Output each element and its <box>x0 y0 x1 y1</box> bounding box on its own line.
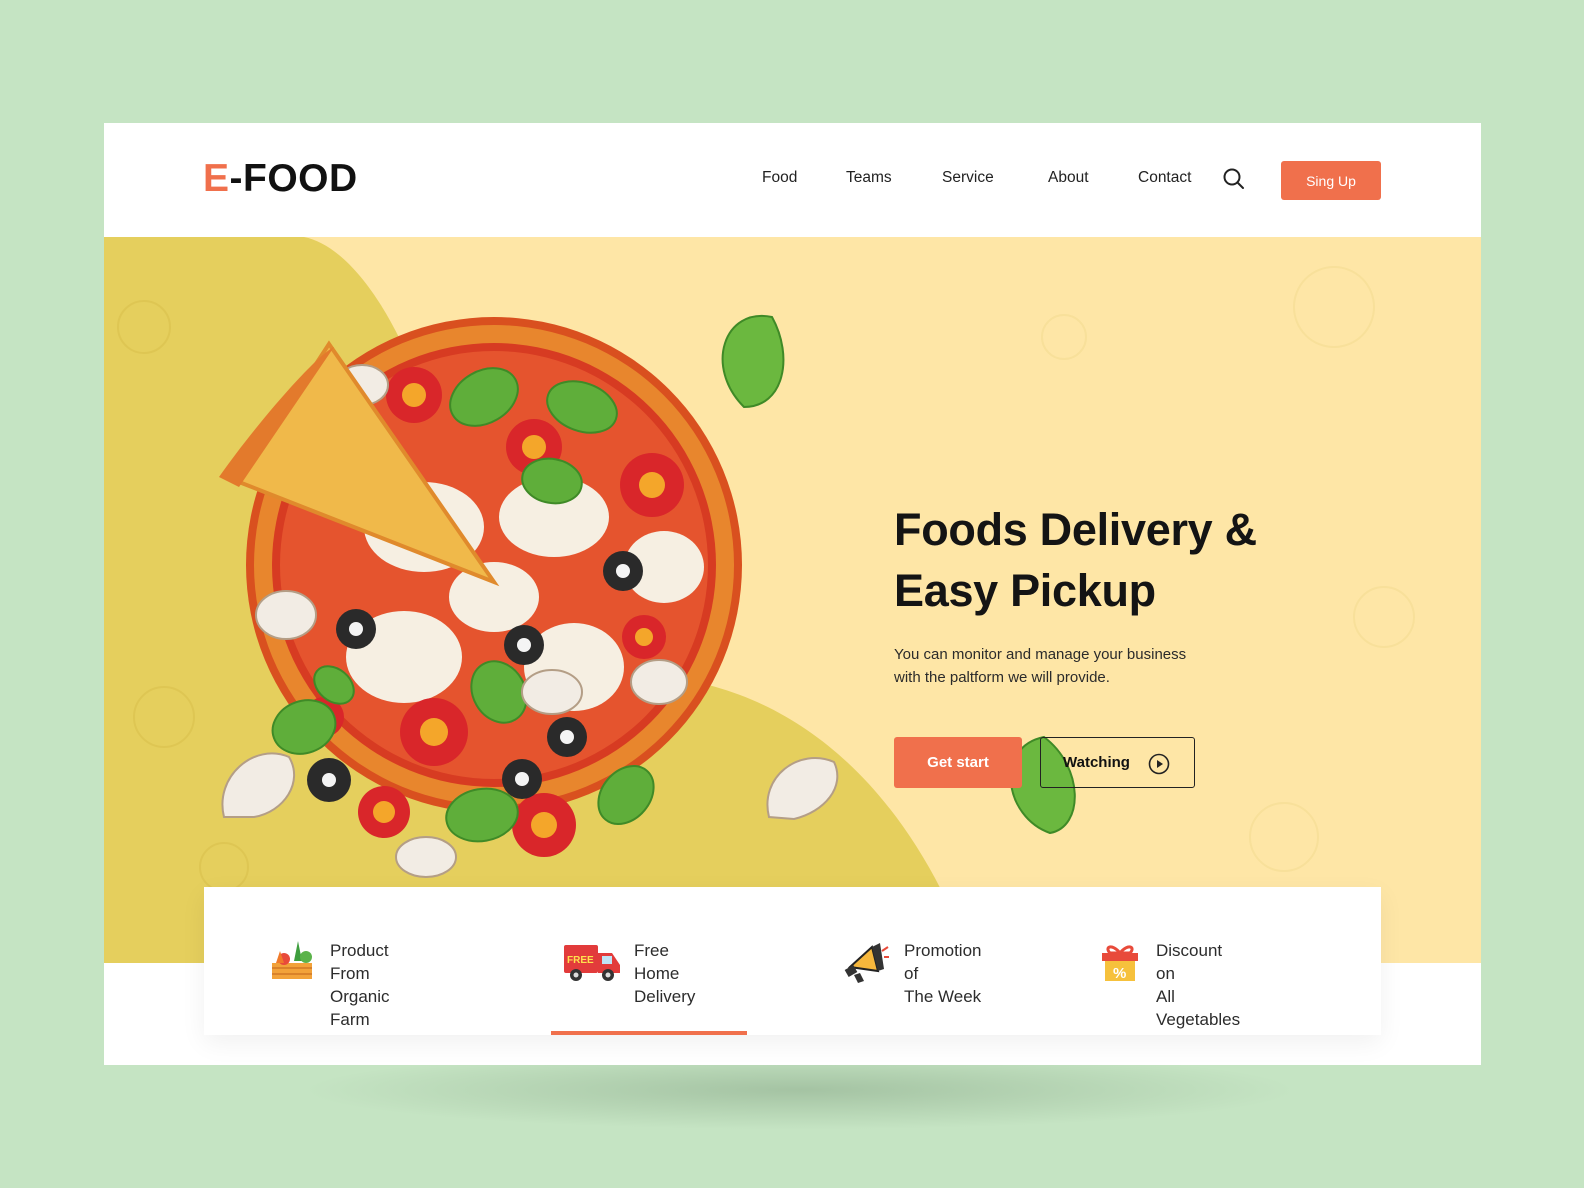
nav-link-service[interactable]: Service <box>942 169 994 187</box>
hero-headline-line2: Easy Pickup <box>894 565 1156 616</box>
get-start-button[interactable]: Get start <box>894 737 1022 788</box>
megaphone-icon <box>844 943 889 983</box>
feature-text: Free Home Delivery <box>634 939 695 1008</box>
watching-button[interactable]: Watching <box>1040 737 1195 788</box>
hero-headline: Foods Delivery & Easy Pickup <box>894 499 1334 621</box>
play-circle-icon <box>1148 753 1170 775</box>
hero-subtext-line2: with the paltform we will provide. <box>894 669 1110 686</box>
feature-text: Promotion of The Week <box>904 939 981 1008</box>
delivery-truck-icon: FREE <box>564 945 620 981</box>
nav-link-teams[interactable]: Teams <box>846 169 892 187</box>
nav-link-food[interactable]: Food <box>762 169 797 187</box>
feature-line2: All Vegetables <box>1156 987 1241 1029</box>
feature-line1: Discount on <box>1156 941 1223 983</box>
free-badge: FREE <box>567 955 594 966</box>
vegetable-crate-icon <box>272 941 312 979</box>
hero-section: Foods Delivery & Easy Pickup You can mon… <box>104 237 1481 967</box>
hero-subtext-line1: You can monitor and manage your business <box>894 646 1187 663</box>
features-bar: Product From Organic Farm FREE Free Home… <box>204 887 1381 1035</box>
feature-line2: Organic Farm <box>330 987 390 1029</box>
logo-text: -FOOD <box>229 157 358 200</box>
hero-headline-line1: Foods Delivery & <box>894 504 1257 555</box>
percent-badge: % <box>1113 965 1126 982</box>
feature-line1: Promotion of <box>904 941 982 983</box>
active-feature-indicator <box>551 1031 747 1035</box>
feature-text: Product From Organic Farm <box>330 939 390 1031</box>
search-icon[interactable] <box>1222 167 1246 191</box>
hero-subtext: You can monitor and manage your business… <box>894 643 1224 689</box>
nav-link-contact[interactable]: Contact <box>1138 169 1191 187</box>
feature-line1: Product From <box>330 941 389 983</box>
top-navbar: E-FOOD Food Teams Service About Contact … <box>104 123 1481 237</box>
feature-text: Discount on All Vegetables <box>1156 939 1240 1031</box>
feature-line2: The Week <box>904 987 982 1006</box>
logo[interactable]: E-FOOD <box>203 157 358 201</box>
feature-line2: Delivery <box>634 987 696 1006</box>
feature-line1: Free Home <box>634 941 680 983</box>
signup-button[interactable]: Sing Up <box>1281 161 1381 200</box>
watching-label: Watching <box>1063 754 1130 771</box>
logo-prefix: E <box>203 157 230 200</box>
gift-discount-icon: % <box>1102 945 1138 982</box>
nav-link-about[interactable]: About <box>1048 169 1089 187</box>
landing-page: E-FOOD Food Teams Service About Contact … <box>104 123 1481 1065</box>
